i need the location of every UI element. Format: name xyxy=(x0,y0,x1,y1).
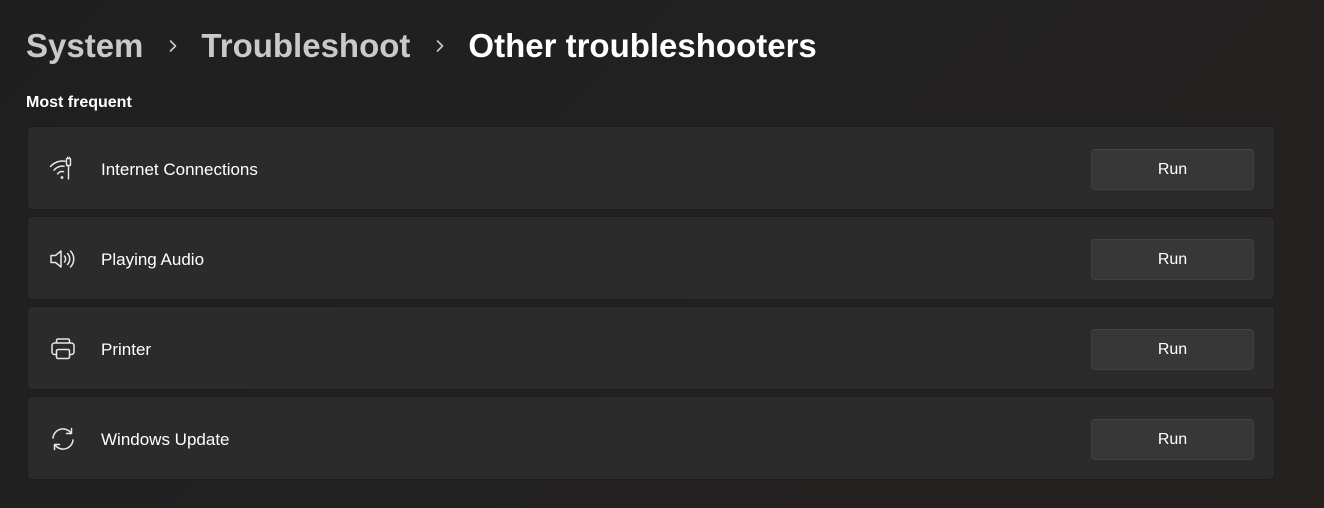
breadcrumb-system[interactable]: System xyxy=(26,27,143,65)
run-printer-button[interactable]: Run xyxy=(1091,329,1254,370)
troubleshooter-label: Playing Audio xyxy=(101,250,205,269)
troubleshooter-label: Windows Update xyxy=(101,430,230,449)
troubleshooter-internet-connections: Internet Connections Run xyxy=(27,126,1275,210)
printer-icon xyxy=(48,334,78,364)
page-title: Other troubleshooters xyxy=(468,27,817,64)
breadcrumb: System Troubleshoot Other troubleshooter… xyxy=(26,24,817,68)
run-internet-connections-button[interactable]: Run xyxy=(1091,149,1254,190)
troubleshooter-label: Printer xyxy=(101,340,152,359)
chevron-right-icon xyxy=(434,40,446,52)
wifi-icon xyxy=(48,154,78,184)
run-playing-audio-button[interactable]: Run xyxy=(1091,239,1254,280)
troubleshooter-playing-audio: Playing Audio Run xyxy=(27,216,1275,300)
troubleshooter-list: Internet Connections Run Playing Audio R… xyxy=(27,126,1275,486)
sync-icon xyxy=(48,424,78,454)
settings-page: System Troubleshoot Other troubleshooter… xyxy=(0,0,1324,508)
troubleshooter-label: Internet Connections xyxy=(101,160,258,179)
run-windows-update-button[interactable]: Run xyxy=(1091,419,1254,460)
speaker-icon xyxy=(48,244,78,274)
section-title: Most frequent xyxy=(26,94,132,111)
troubleshooter-windows-update: Windows Update Run xyxy=(27,396,1275,480)
chevron-right-icon xyxy=(167,40,179,52)
troubleshooter-printer: Printer Run xyxy=(27,306,1275,390)
breadcrumb-troubleshoot[interactable]: Troubleshoot xyxy=(201,27,410,65)
